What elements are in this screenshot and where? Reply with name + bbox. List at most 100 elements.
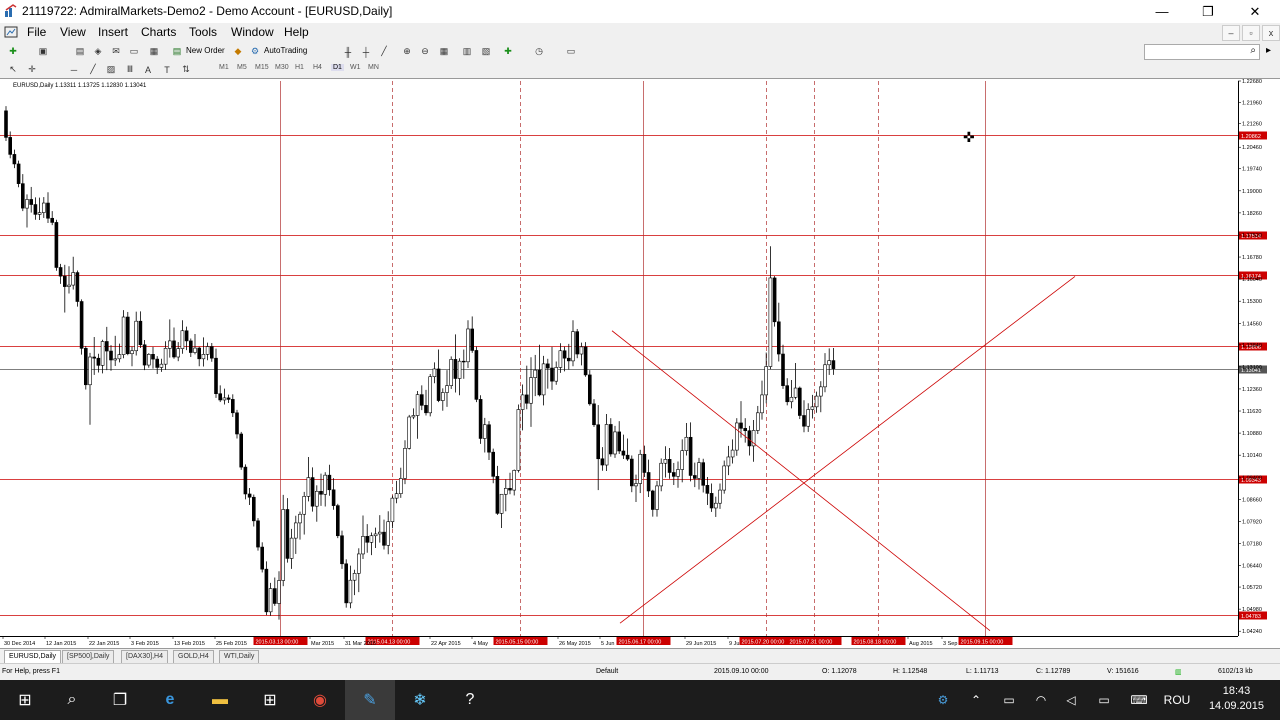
tf-m15[interactable]: M15 bbox=[255, 64, 269, 71]
tab-sp500-daily[interactable]: [SP500],Daily bbox=[62, 650, 115, 664]
zoom-out-icon[interactable]: ⊖ bbox=[418, 45, 432, 58]
channel-icon[interactable]: ▨ bbox=[104, 63, 118, 76]
window-close-button[interactable]: ✕ bbox=[1232, 0, 1278, 23]
data-window-icon[interactable]: ◈ bbox=[91, 45, 105, 58]
tab-eurusd-daily[interactable]: EURUSD,Daily bbox=[4, 650, 62, 664]
menu-help[interactable]: Help bbox=[284, 25, 309, 39]
strategy-tester-icon[interactable]: ▦ bbox=[147, 45, 161, 58]
taskbar-clock[interactable]: 18:43 14.09.2015 bbox=[1209, 684, 1264, 714]
cursor-icon[interactable]: ↖ bbox=[6, 63, 20, 76]
chart-window[interactable]: 1.20862 1.17514 1.16174 1.13806 1.13041 1.093… bbox=[0, 78, 1280, 649]
market-watch-icon[interactable]: ▤ bbox=[73, 45, 87, 58]
auto-scroll-icon[interactable]: ▥ bbox=[460, 45, 474, 58]
help-app-icon[interactable]: ? bbox=[445, 680, 495, 720]
label-tool-icon[interactable]: T bbox=[160, 63, 174, 76]
periods-icon[interactable]: ◷ bbox=[532, 45, 546, 58]
crosshair-icon[interactable]: ✛ bbox=[25, 63, 39, 76]
volume-icon[interactable]: ◁ bbox=[1060, 680, 1082, 720]
new-chart-icon[interactable]: ✚ bbox=[6, 45, 20, 58]
menu-charts[interactable]: Charts bbox=[141, 25, 176, 39]
tf-mn[interactable]: MN bbox=[368, 64, 379, 71]
wifi-icon[interactable]: ◠ bbox=[1030, 680, 1052, 720]
tab-gold-h4[interactable]: GOLD,H4 bbox=[173, 650, 214, 664]
menu-window[interactable]: Window bbox=[231, 25, 274, 39]
menu-file[interactable]: File bbox=[27, 25, 46, 39]
tf-m5[interactable]: M5 bbox=[237, 64, 247, 71]
tf-d1[interactable]: D1 bbox=[331, 64, 344, 71]
candle-body bbox=[680, 450, 685, 470]
menu-insert[interactable]: Insert bbox=[98, 25, 128, 39]
menu-view[interactable]: View bbox=[60, 25, 86, 39]
bar-chart-icon[interactable]: ╫ bbox=[341, 45, 355, 58]
candle-body bbox=[537, 369, 542, 396]
toolbar-chevron-icon[interactable]: ▸ bbox=[1266, 45, 1271, 56]
chart-window-icon[interactable] bbox=[4, 25, 18, 39]
chrome-browser-icon[interactable]: ◉ bbox=[295, 680, 345, 720]
terminal-icon[interactable]: ▭ bbox=[127, 45, 141, 58]
menu-tools[interactable]: Tools bbox=[189, 25, 217, 39]
trendline-up[interactable] bbox=[619, 276, 1076, 624]
candle-body bbox=[692, 475, 697, 479]
tf-w1[interactable]: W1 bbox=[350, 64, 361, 71]
y-tick-label: 1.08660 bbox=[1242, 497, 1262, 503]
edge-browser-icon[interactable]: e bbox=[145, 680, 195, 720]
snowflake-app-icon[interactable]: ❄ bbox=[395, 680, 445, 720]
new-order-button[interactable]: New Order bbox=[186, 46, 225, 55]
task-view-icon[interactable]: ❐ bbox=[95, 680, 145, 720]
start-windows-icon[interactable]: ⊞ bbox=[0, 680, 50, 720]
chart-shift-icon[interactable]: ▧ bbox=[479, 45, 493, 58]
autotrading-icon[interactable]: ⚙ bbox=[248, 45, 262, 58]
metaeditor-icon[interactable]: ◆ bbox=[231, 45, 245, 58]
text-tool-icon[interactable]: A bbox=[141, 63, 155, 76]
indicators-icon[interactable]: ✚ bbox=[501, 45, 515, 58]
file-explorer-icon[interactable]: ▬ bbox=[195, 680, 245, 720]
store-icon[interactable]: ⊞ bbox=[245, 680, 295, 720]
x-tick-label: 29 Jun 2015 bbox=[686, 641, 716, 647]
candle-body bbox=[201, 354, 206, 360]
templates-icon[interactable]: ▭ bbox=[564, 45, 578, 58]
search-input[interactable]: ⌕ bbox=[1144, 44, 1260, 60]
mdi-close-button[interactable]: x bbox=[1262, 25, 1280, 41]
horizontal-line-icon[interactable]: ─ bbox=[67, 63, 81, 76]
search-taskbar-icon[interactable]: ⌕ bbox=[47, 680, 97, 720]
candle-body bbox=[365, 536, 370, 543]
candle-body bbox=[403, 448, 407, 479]
tile-windows-icon[interactable]: ▦ bbox=[437, 45, 451, 58]
tab-wti-daily[interactable]: WTI,Daily bbox=[219, 650, 260, 664]
tf-m30[interactable]: M30 bbox=[275, 64, 289, 71]
price-chart[interactable]: 1.208621.175141.161741.138061.130411.093… bbox=[0, 79, 1280, 649]
metatrader-taskbar-icon[interactable]: ✎ bbox=[345, 680, 395, 720]
line-chart-icon[interactable]: ╱ bbox=[377, 45, 391, 58]
candle-body bbox=[772, 277, 777, 323]
mdi-restore-button[interactable]: ▫ bbox=[1242, 25, 1260, 41]
search-icon[interactable]: ⌕ bbox=[1250, 45, 1256, 56]
candle-body bbox=[231, 399, 235, 414]
window-maximize-button[interactable]: ❐ bbox=[1185, 0, 1231, 23]
tf-h1[interactable]: H1 bbox=[295, 64, 304, 71]
candle-body bbox=[760, 394, 764, 414]
battery-icon[interactable]: ▭ bbox=[998, 680, 1020, 720]
notifications-icon[interactable]: ▭ bbox=[1093, 680, 1115, 720]
keyboard-icon[interactable]: ⌨ bbox=[1126, 680, 1152, 720]
profiles-icon[interactable]: ▣ bbox=[36, 45, 50, 58]
candle-body bbox=[482, 424, 487, 439]
candle-body bbox=[113, 358, 117, 361]
tf-m1[interactable]: M1 bbox=[219, 64, 229, 71]
zoom-in-icon[interactable]: ⊕ bbox=[400, 45, 414, 58]
language-indicator[interactable]: ROU bbox=[1160, 680, 1194, 720]
window-minimize-button[interactable]: — bbox=[1139, 0, 1185, 23]
tf-h4[interactable]: H4 bbox=[313, 64, 322, 71]
candlestick-chart-icon[interactable]: ┼ bbox=[359, 45, 373, 58]
tray-chevron-icon[interactable]: ⌃ bbox=[965, 680, 987, 720]
navigator-icon[interactable]: ✉ bbox=[109, 45, 123, 58]
new-order-icon[interactable]: ▤ bbox=[170, 45, 184, 58]
trendline-icon[interactable]: ╱ bbox=[86, 63, 100, 76]
fibonacci-icon[interactable]: Ⅲ bbox=[123, 63, 137, 76]
tray-app-icon[interactable]: ⚙ bbox=[932, 680, 954, 720]
autotrading-button[interactable]: AutoTrading bbox=[264, 46, 307, 55]
x-tick-label: 26 May 2015 bbox=[559, 641, 591, 647]
tab-dax30-h4[interactable]: [DAX30],H4 bbox=[121, 650, 168, 664]
arrows-tool-icon[interactable]: ⇅ bbox=[179, 63, 193, 76]
mdi-minimize-button[interactable]: – bbox=[1222, 25, 1240, 41]
candle-body bbox=[533, 369, 538, 378]
